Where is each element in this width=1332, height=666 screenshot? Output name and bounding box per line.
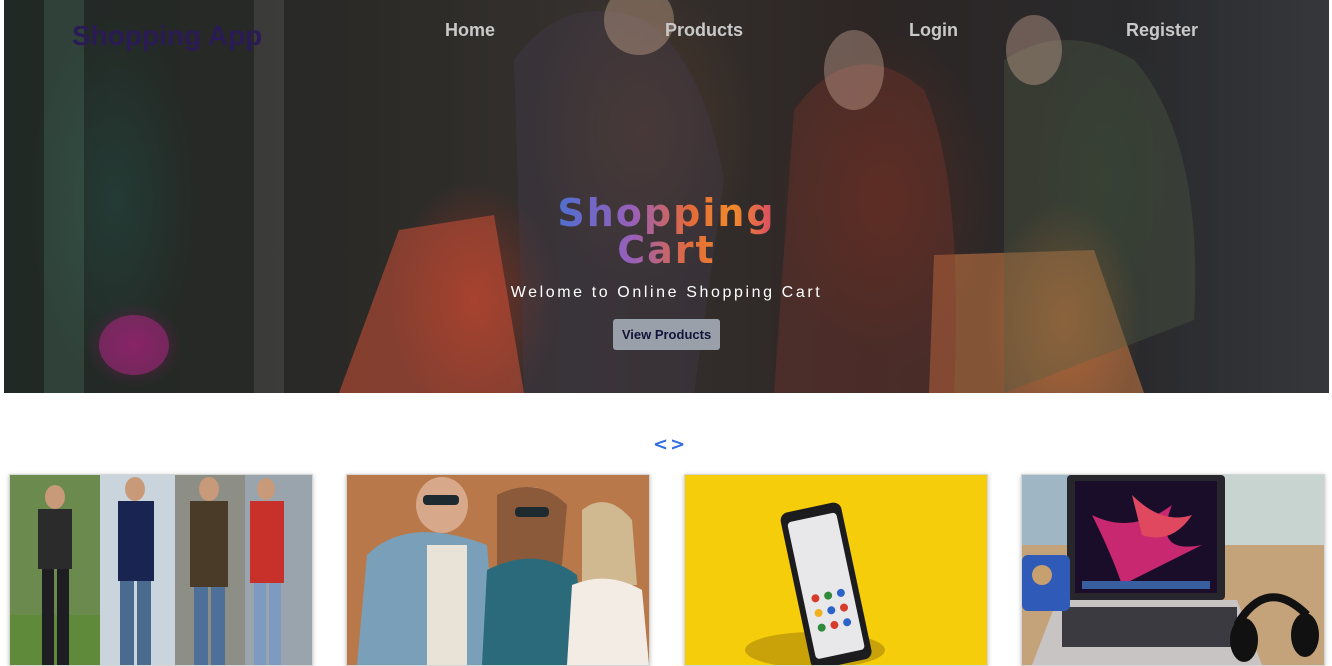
hero-title: Shopping Cart xyxy=(557,191,776,272)
nav-link-home[interactable]: Home xyxy=(445,20,495,41)
product-card[interactable] xyxy=(684,474,988,666)
product-card[interactable] xyxy=(9,474,313,666)
hero-content: Shopping Cart Welome to Online Shopping … xyxy=(4,191,1329,350)
brand-logo[interactable]: Shopping App xyxy=(72,20,262,52)
chevron-left-icon[interactable]: < xyxy=(653,434,668,455)
chevron-right-icon[interactable]: > xyxy=(670,434,685,455)
product-card[interactable] xyxy=(1021,474,1325,666)
hero-subtitle: Welome to Online Shopping Cart xyxy=(510,284,823,301)
product-card[interactable] xyxy=(346,474,650,666)
men-fashion-photo xyxy=(10,475,312,665)
nav-link-products[interactable]: Products xyxy=(665,20,743,41)
laptop-headphones-photo xyxy=(1022,475,1324,665)
hero-banner: Shopping App Home Products Login Registe… xyxy=(4,0,1329,393)
navbar: Shopping App Home Products Login Registe… xyxy=(4,0,1329,62)
smartphone-yellow-photo xyxy=(685,475,987,665)
nav-link-register[interactable]: Register xyxy=(1126,20,1198,41)
view-products-button[interactable]: View Products xyxy=(612,319,721,350)
carousel-controls: < > xyxy=(653,434,685,455)
nav-link-login[interactable]: Login xyxy=(909,20,958,41)
women-sunglasses-photo xyxy=(347,475,649,665)
